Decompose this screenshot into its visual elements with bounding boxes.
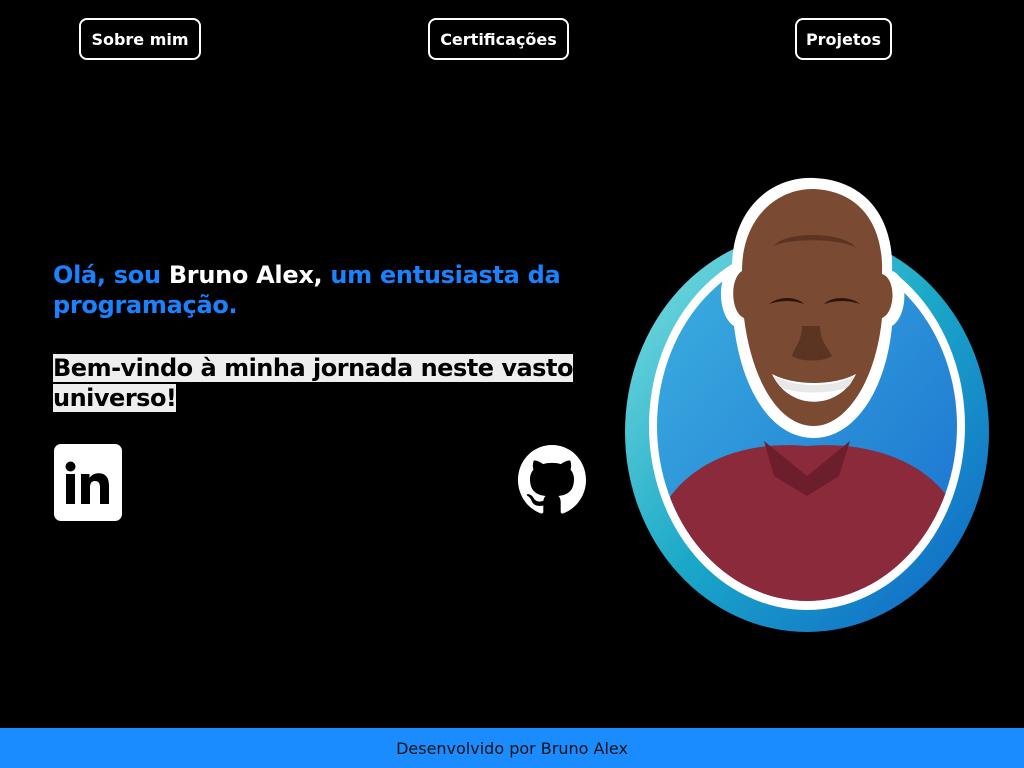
github-icon <box>518 445 586 514</box>
page: Sobre mim Certificações Projetos Olá, so… <box>0 0 1024 768</box>
linkedin-link[interactable] <box>54 444 122 521</box>
owner-name: Bruno Alex, <box>168 261 323 289</box>
footer: Desenvolvido por Bruno Alex <box>0 728 1024 768</box>
welcome-highlight: Bem-vindo à minha jornada neste vasto un… <box>53 354 573 412</box>
github-link[interactable] <box>516 443 588 525</box>
nav-projects-button[interactable]: Projetos <box>795 18 892 60</box>
intro-heading: Olá, sou Bruno Alex, um entusiasta da pr… <box>53 260 613 320</box>
footer-credit: Desenvolvido por Bruno Alex <box>396 738 628 758</box>
greeting-prefix: Olá, sou <box>53 261 169 289</box>
nav-about-button[interactable]: Sobre mim <box>79 18 201 60</box>
welcome-text: Bem-vindo à minha jornada neste vasto un… <box>53 353 573 413</box>
linkedin-icon <box>65 461 109 504</box>
profile-portrait <box>625 177 989 632</box>
nav-certifications-button[interactable]: Certificações <box>428 18 569 60</box>
